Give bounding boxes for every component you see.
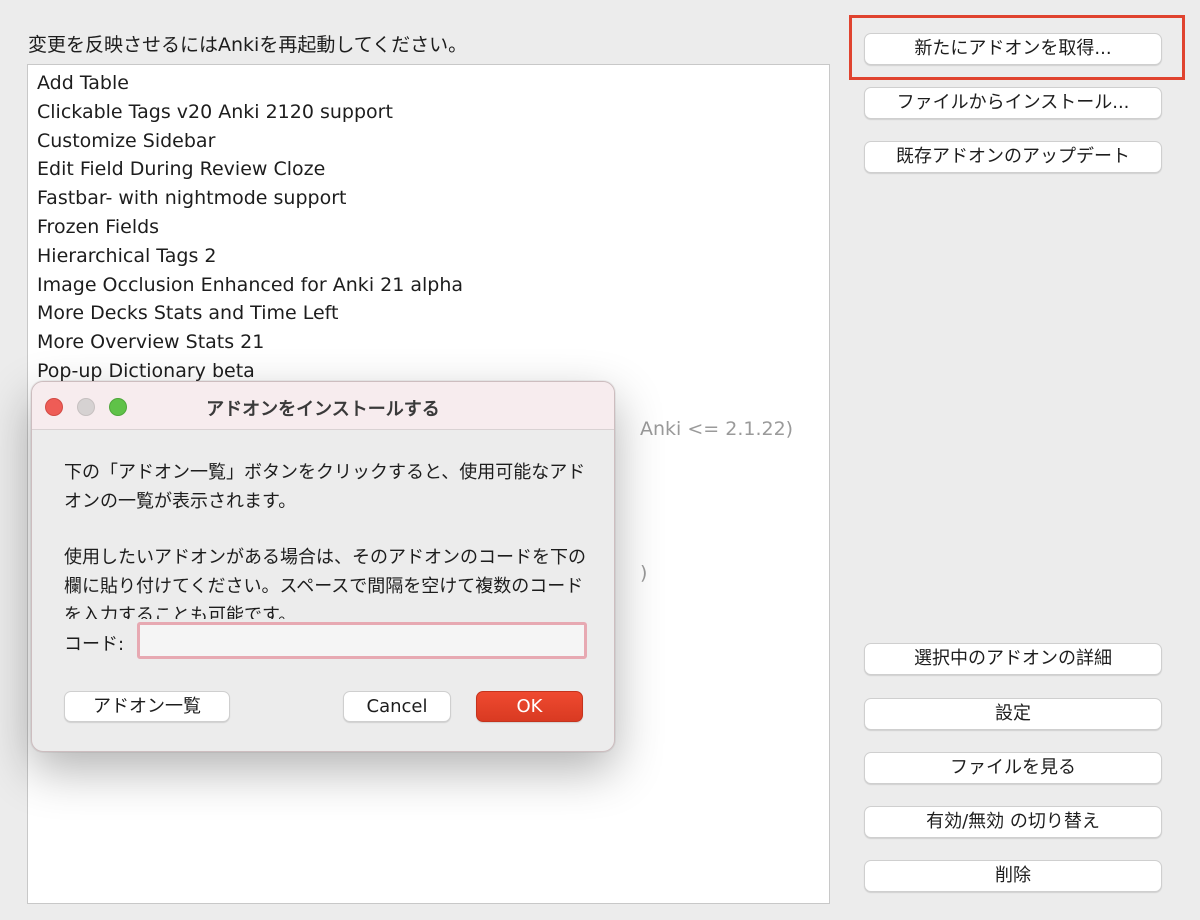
- dialog-description-1: 下の「アドオン一覧」ボタンをクリックすると、使用可能なアドオンの一覧が表示されま…: [64, 462, 586, 512]
- ok-button[interactable]: OK: [476, 691, 583, 722]
- get-addons-button[interactable]: 新たにアドオンを取得...: [864, 33, 1162, 65]
- install-from-file-button[interactable]: ファイルからインストール...: [864, 87, 1162, 119]
- dialog-titlebar: アドオンをインストールする: [32, 382, 614, 430]
- delete-button[interactable]: 削除: [864, 860, 1162, 892]
- addon-list-item[interactable]: Add Table: [28, 69, 829, 98]
- addon-list-item[interactable]: Clickable Tags v20 Anki 2120 support: [28, 98, 829, 127]
- check-updates-button[interactable]: 既存アドオンのアップデート: [864, 141, 1162, 173]
- install-addon-dialog: アドオンをインストールする 下の「アドオン一覧」ボタンをクリックすると、使用可能…: [31, 381, 615, 752]
- browse-addons-button[interactable]: アドオン一覧: [64, 691, 230, 722]
- code-label: コード:: [64, 634, 125, 655]
- code-input[interactable]: [137, 622, 587, 659]
- cancel-button[interactable]: Cancel: [343, 691, 451, 722]
- dialog-title: アドオンをインストールする: [206, 399, 440, 420]
- restart-note: 変更を反映させるにはAnkiを再起動してください。: [28, 34, 468, 56]
- dialog-description-2: 使用したいアドオンがある場合は、そのアドオンのコードを下の欄に貼り付けてください…: [64, 547, 586, 619]
- addon-list-item[interactable]: Fastbar- with nightmode support: [28, 184, 829, 213]
- addon-list-item[interactable]: Image Occlusion Enhanced for Anki 21 alp…: [28, 271, 829, 300]
- addon-list-item[interactable]: Customize Sidebar: [28, 127, 829, 156]
- toggle-enabled-button[interactable]: 有効/無効 の切り替え: [864, 806, 1162, 838]
- config-button[interactable]: 設定: [864, 698, 1162, 730]
- addons-window: 変更を反映させるにはAnkiを再起動してください。 Add Table Click…: [0, 0, 1200, 920]
- view-files-button[interactable]: ファイルを見る: [864, 752, 1162, 784]
- addon-list-item[interactable]: More Overview Stats 21: [28, 328, 829, 357]
- addon-list-item[interactable]: Hierarchical Tags 2: [28, 242, 829, 271]
- view-details-button[interactable]: 選択中のアドオンの詳細: [864, 643, 1162, 675]
- addon-list-item[interactable]: More Decks Stats and Time Left: [28, 299, 829, 328]
- dialog-description-2-container: 使用したいアドオンがある場合は、そのアドオンのコードを下の欄に貼り付けてください…: [64, 543, 594, 619]
- addon-list-item[interactable]: Frozen Fields: [28, 213, 829, 242]
- addon-list-item[interactable]: Edit Field During Review Cloze: [28, 155, 829, 184]
- dialog-body: 下の「アドオン一覧」ボタンをクリックすると、使用可能なアドオンの一覧が表示されま…: [64, 458, 594, 619]
- code-row: コード:: [64, 622, 594, 662]
